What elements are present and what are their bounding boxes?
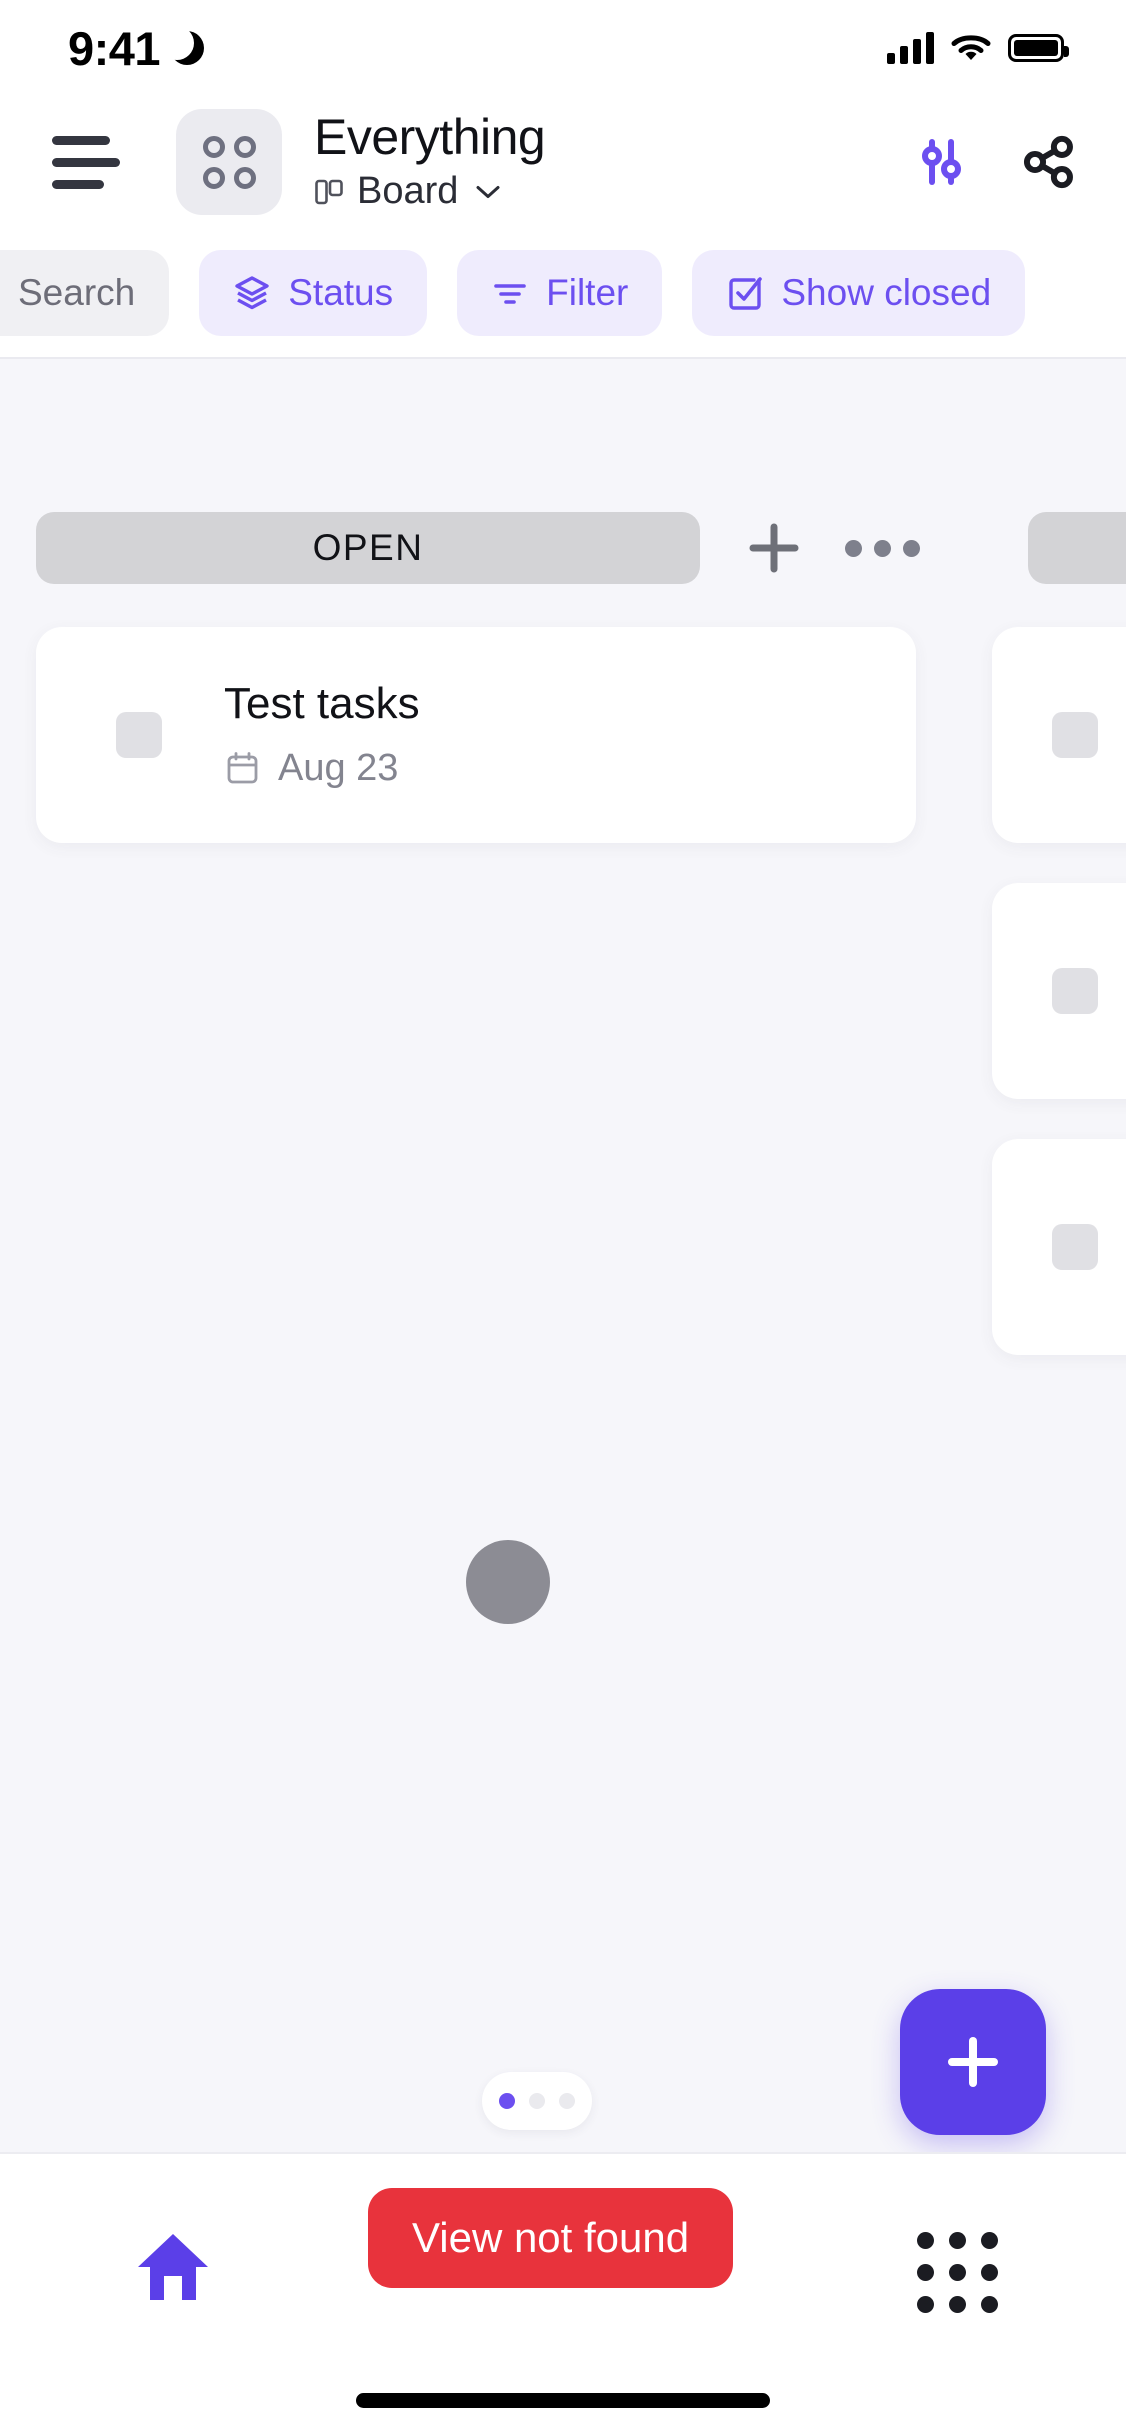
battery-full-icon bbox=[1008, 34, 1069, 62]
create-task-fab[interactable] bbox=[900, 1989, 1046, 2135]
wifi-icon bbox=[951, 35, 991, 60]
task-checkbox[interactable] bbox=[1052, 712, 1098, 758]
task-title: Test tasks bbox=[224, 679, 420, 729]
board-canvas[interactable]: OPEN Test tasks Aug 23 bbox=[0, 359, 1126, 2152]
task-checkbox[interactable] bbox=[116, 712, 162, 758]
filter-chips-row: Search Status Filter Show closed bbox=[0, 228, 1126, 358]
filter-chip[interactable]: Filter bbox=[457, 250, 663, 336]
home-icon[interactable] bbox=[132, 2226, 214, 2308]
page-dot-active bbox=[499, 2093, 515, 2109]
plus-icon bbox=[948, 2037, 998, 2087]
filter-lines-icon bbox=[494, 284, 526, 304]
task-checkbox[interactable] bbox=[1052, 1224, 1098, 1270]
grid-apps-icon[interactable] bbox=[917, 2232, 998, 2313]
view-selector[interactable]: Board bbox=[314, 170, 910, 213]
hamburger-menu-icon[interactable] bbox=[52, 131, 124, 193]
app-header: Everything Board bbox=[0, 96, 1126, 228]
header-title-block[interactable]: Everything Board bbox=[314, 111, 910, 213]
task-date-label: Aug 23 bbox=[278, 746, 399, 789]
task-due-date: Aug 23 bbox=[224, 747, 420, 790]
column-header-open[interactable]: OPEN bbox=[36, 512, 700, 584]
search-chip[interactable]: Search bbox=[0, 250, 170, 336]
page-dot bbox=[559, 2093, 575, 2109]
status-bar: 9:41 bbox=[0, 0, 1126, 96]
home-indicator bbox=[356, 2393, 770, 2408]
show-closed-chip[interactable]: Show closed bbox=[692, 250, 1026, 336]
cellular-bars-icon bbox=[887, 32, 934, 64]
task-card-partial[interactable] bbox=[992, 1139, 1126, 1355]
grid-dots-app-icon[interactable] bbox=[176, 109, 282, 215]
bottom-navigation-bar: View not found bbox=[0, 2152, 1126, 2436]
add-task-button[interactable] bbox=[728, 512, 820, 584]
header-actions bbox=[910, 131, 1080, 193]
chevron-down-icon bbox=[476, 185, 500, 198]
toast-label: View not found bbox=[412, 2214, 690, 2261]
search-chip-label: Search bbox=[18, 272, 136, 313]
view-label: Board bbox=[357, 170, 459, 212]
phone-screen: 9:41 Everything Board Search Status Filt… bbox=[0, 0, 1126, 2436]
status-bar-left: 9:41 bbox=[68, 21, 205, 76]
show-closed-chip-label: Show closed bbox=[781, 272, 992, 313]
filter-chip-label: Filter bbox=[546, 272, 629, 313]
status-bar-right bbox=[887, 32, 1069, 64]
status-chip-label: Status bbox=[288, 272, 394, 313]
calendar-icon bbox=[227, 751, 258, 784]
column-header-label: OPEN bbox=[312, 527, 424, 568]
error-toast[interactable]: View not found bbox=[368, 2188, 734, 2288]
column-header-next[interactable] bbox=[1028, 512, 1126, 584]
task-checkbox[interactable] bbox=[1052, 968, 1098, 1014]
share-icon[interactable] bbox=[1018, 131, 1080, 193]
page-dot bbox=[529, 2093, 545, 2109]
checkbox-check-icon bbox=[729, 277, 763, 310]
drag-handle-dot[interactable] bbox=[466, 1540, 550, 1624]
column-header-row: OPEN bbox=[36, 512, 1126, 584]
page-title: Everything bbox=[314, 109, 546, 165]
status-chip[interactable]: Status bbox=[199, 250, 428, 336]
sliders-icon[interactable] bbox=[910, 131, 972, 193]
task-card[interactable]: Test tasks Aug 23 bbox=[36, 627, 916, 843]
moon-icon bbox=[160, 26, 205, 65]
task-card-partial[interactable] bbox=[992, 627, 1126, 843]
page-indicator[interactable] bbox=[482, 2072, 592, 2130]
layers-icon bbox=[235, 276, 269, 310]
ellipsis-icon bbox=[844, 539, 862, 557]
column-more-button[interactable] bbox=[836, 512, 928, 584]
status-bar-time: 9:41 bbox=[68, 21, 161, 75]
task-card-body: Test tasks Aug 23 bbox=[224, 679, 420, 790]
board-layout-icon bbox=[315, 179, 343, 204]
plus-icon bbox=[749, 523, 799, 573]
task-card-partial[interactable] bbox=[992, 883, 1126, 1099]
